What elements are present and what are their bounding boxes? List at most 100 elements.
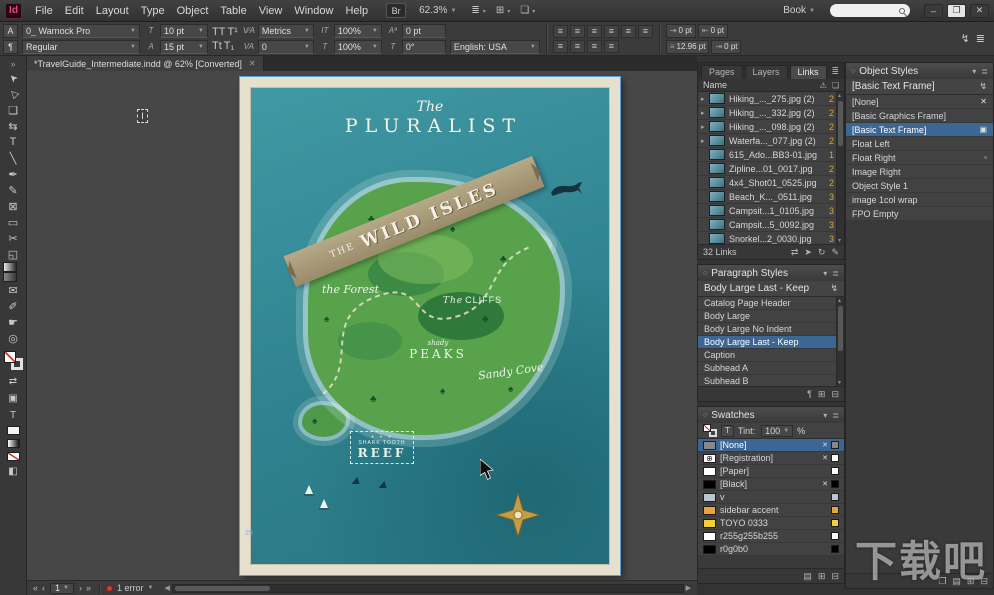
align-justify-center-icon[interactable]: ≡ xyxy=(621,25,636,38)
object-style-row[interactable]: Image Right xyxy=(846,165,993,179)
screen-mode-icon[interactable]: ❏ xyxy=(520,5,535,16)
panel-menu-icon[interactable]: ≣ xyxy=(832,411,839,420)
link-row[interactable]: 4x4_Shot01_0525.jpg2 xyxy=(698,176,844,190)
menu-edit[interactable]: Edit xyxy=(59,2,90,20)
link-row[interactable]: Zipline...01_0017.jpg2 xyxy=(698,162,844,176)
document-page[interactable]: The PLURALIST EMERALDLAGOON xyxy=(240,77,620,575)
free-transform-tool[interactable]: ◱ xyxy=(3,246,24,262)
paragraph-style-row[interactable]: Body Large No Indent xyxy=(698,323,844,336)
paragraph-style-row[interactable]: Caption xyxy=(698,349,844,362)
current-paragraph-style[interactable]: Body Large Last - Keep ↯ xyxy=(698,281,844,297)
search-input[interactable] xyxy=(830,4,910,17)
new-swatch-icon[interactable]: ⊞ xyxy=(818,571,826,582)
swatch-row[interactable]: r0g0b0 xyxy=(698,543,844,556)
paragraph-style-row[interactable]: Subhead B xyxy=(698,375,844,386)
next-page-button[interactable]: › xyxy=(77,583,84,593)
disclosure-triangle-icon[interactable]: ▸ xyxy=(701,123,709,131)
object-style-row[interactable]: [Basic Text Frame]▣ xyxy=(846,123,993,137)
paragraph-styles-scrollbar[interactable] xyxy=(836,297,844,386)
align-right-icon[interactable]: ≡ xyxy=(587,25,602,38)
type-tool[interactable]: T xyxy=(3,134,24,150)
tab-layers[interactable]: Layers xyxy=(745,65,788,79)
collapse-panel-icon[interactable]: ▾ xyxy=(823,269,827,278)
close-button[interactable]: ✕ xyxy=(970,4,989,18)
formatting-affects-container-button[interactable]: ▣ xyxy=(4,392,23,405)
link-row[interactable]: ▸Hiking_..._332.jpg (2)2 xyxy=(698,106,844,120)
apply-color-button[interactable] xyxy=(7,426,20,435)
subscript-button[interactable]: T₁ xyxy=(224,40,234,52)
close-tab-icon[interactable]: ✕ xyxy=(249,59,256,68)
zoom-level-dropdown[interactable]: 62.3% ▼ xyxy=(414,3,461,18)
paragraph-styles-header[interactable]: Paragraph Styles ▾≣ xyxy=(698,265,844,281)
align-justify-all-icon[interactable]: ≡ xyxy=(553,40,568,53)
scrollbar-track[interactable] xyxy=(172,584,684,593)
menu-window[interactable]: Window xyxy=(288,2,339,20)
first-line-indent-field[interactable]: ⇥0 pt xyxy=(711,40,741,54)
all-caps-button[interactable]: TT xyxy=(212,26,225,38)
link-row[interactable]: ▸Hiking_..._098.jpg (2)2 xyxy=(698,120,844,134)
current-object-style[interactable]: [Basic Text Frame] ↯ xyxy=(846,79,993,95)
menu-object[interactable]: Object xyxy=(171,2,215,20)
line-tool[interactable]: ╲ xyxy=(3,150,24,166)
rectangle-tool[interactable]: ▭ xyxy=(3,214,24,230)
page-number-field[interactable]: 1▼ xyxy=(50,583,74,594)
view-mode-button[interactable]: ◧ xyxy=(4,465,23,478)
panel-menu-icon[interactable]: ≣ xyxy=(829,66,841,79)
delete-swatch-icon[interactable]: ⊟ xyxy=(831,571,839,582)
scroll-left-icon[interactable]: ◀ xyxy=(162,584,171,592)
apply-gradient-button[interactable] xyxy=(7,439,20,448)
restore-button[interactable]: ❐ xyxy=(947,4,966,18)
link-row[interactable]: Campsit...5_0092.jpg3 xyxy=(698,218,844,232)
view-options-icon[interactable]: ≣ xyxy=(471,5,485,16)
fill-color-indicator[interactable] xyxy=(4,351,16,363)
gradient-swatch-tool[interactable] xyxy=(3,262,17,272)
go-to-link-icon[interactable]: ➤ xyxy=(804,247,812,258)
swatch-row[interactable]: [Paper] xyxy=(698,465,844,478)
swatch-row[interactable]: r255g255b255 xyxy=(698,530,844,543)
gradient-feather-tool[interactable] xyxy=(3,272,17,282)
links-name-column[interactable]: Name xyxy=(703,80,727,90)
align-justify-left-icon[interactable]: ≡ xyxy=(604,25,619,38)
gap-tool[interactable]: ⇆ xyxy=(3,118,24,134)
swatch-row[interactable]: [None]✕ xyxy=(698,439,844,452)
collapse-panel-icon[interactable]: ▾ xyxy=(823,411,827,420)
first-page-button[interactable]: « xyxy=(31,583,40,593)
link-row[interactable]: 615_Ado...BB3-01.jpg1 xyxy=(698,148,844,162)
font-family-select[interactable]: 0_ Warnock Pro▼ xyxy=(22,24,140,38)
superscript-button[interactable]: T¹ xyxy=(227,26,237,38)
link-page-icon[interactable]: ❏ xyxy=(832,81,839,90)
show-styles-icon[interactable]: ▤ xyxy=(952,576,961,587)
pencil-tool[interactable]: ✎ xyxy=(3,182,24,198)
load-styles-icon[interactable]: ❐ xyxy=(938,576,946,587)
object-style-row[interactable]: [Basic Graphics Frame] xyxy=(846,109,993,123)
tab-links[interactable]: Links xyxy=(790,65,827,79)
leading-select[interactable]: 15 pt▼ xyxy=(160,40,208,54)
right-indent-field[interactable]: ⇤0 pt xyxy=(698,24,728,38)
object-style-row[interactable]: FPO Empty xyxy=(846,207,993,221)
book-dropdown[interactable]: Book ▼ xyxy=(778,3,820,18)
scissors-tool[interactable]: ✂ xyxy=(3,230,24,246)
link-warning-icon[interactable]: ⚠ xyxy=(820,81,827,90)
update-link-icon[interactable]: ↻ xyxy=(818,247,826,258)
menu-view[interactable]: View xyxy=(253,2,289,20)
kerning-select[interactable]: Metrics▼ xyxy=(258,24,314,38)
object-styles-header[interactable]: Object Styles ▾≣ xyxy=(846,63,993,79)
object-style-row[interactable]: image 1col wrap xyxy=(846,193,993,207)
font-style-select[interactable]: Regular▼ xyxy=(22,40,140,54)
link-row[interactable]: Campsit...1_0105.jpg3 xyxy=(698,204,844,218)
swatch-row[interactable]: TOYO 0333 xyxy=(698,517,844,530)
align-away-from-spine-icon[interactable]: ≡ xyxy=(587,40,602,53)
disclosure-triangle-icon[interactable]: ▸ xyxy=(701,137,709,145)
language-select[interactable]: English: USA▼ xyxy=(450,40,540,54)
rectangle-frame-tool[interactable]: ⊠ xyxy=(3,198,24,214)
vertical-scale-select[interactable]: 100%▼ xyxy=(334,24,382,38)
apply-none-button[interactable] xyxy=(7,452,20,461)
new-object-style-icon[interactable]: ⊞ xyxy=(967,576,975,587)
link-row[interactable]: Snorkel...2_0030.jpg3 xyxy=(698,232,844,244)
skew-field[interactable]: 0° xyxy=(402,40,446,54)
tint-field[interactable]: 100 ▼ xyxy=(761,425,793,437)
text-swatch-button[interactable]: T xyxy=(721,425,734,437)
paragraph-style-row[interactable]: Body Large xyxy=(698,310,844,323)
swap-fill-stroke-icon[interactable]: ⇄ xyxy=(4,375,23,388)
document-tab[interactable]: *TravelGuide_Intermediate.indd @ 62% [Co… xyxy=(27,56,264,71)
